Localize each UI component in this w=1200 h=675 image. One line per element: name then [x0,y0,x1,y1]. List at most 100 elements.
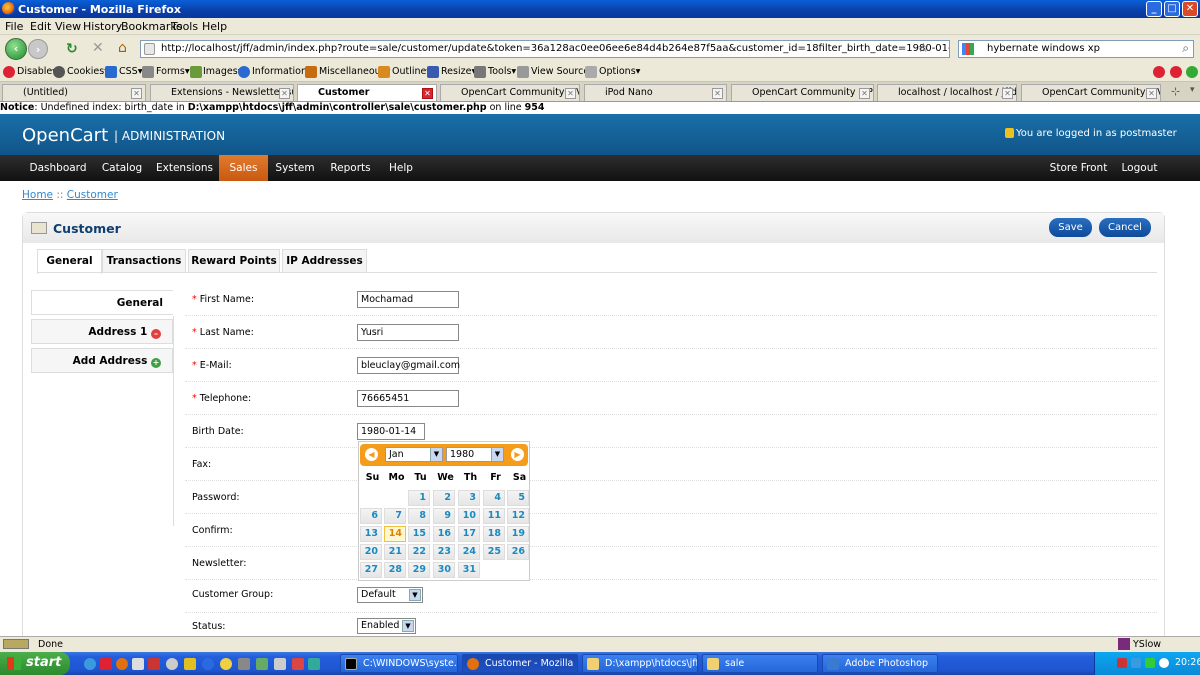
calendar-day[interactable]: 18 [483,526,505,542]
menu-reports[interactable]: Reports [324,155,377,181]
first-name-input[interactable]: Mochamad [357,291,459,308]
bookmark-star-icon[interactable]: ☆ [917,41,929,56]
firefox-quicklaunch-icon[interactable] [116,658,128,670]
menu-tools[interactable]: Tools [171,20,198,33]
search-input[interactable]: hybernate windows xp ⌕ [958,40,1194,58]
telephone-input[interactable]: 76665451 [357,390,459,407]
calendar-day[interactable]: 11 [483,508,505,524]
menu-edit[interactable]: Edit [30,20,51,33]
tab-extensions[interactable]: Extensions - Newsletter su... ✕ [150,84,294,101]
calendar-day[interactable]: 1 [408,490,430,506]
month-select[interactable]: Jan ▼ [385,447,443,462]
calendar-day[interactable]: 8 [408,508,430,524]
calendar-day[interactable]: 10 [458,508,480,524]
wd-cookies[interactable]: Cookies▾ [67,66,109,77]
error-icon[interactable] [1153,66,1165,78]
add-address-icon[interactable]: + [151,358,161,368]
network-icon[interactable] [1131,658,1141,668]
close-tab-icon[interactable]: ✕ [1146,88,1157,99]
calendar-day[interactable]: 7 [384,508,406,524]
app-icon[interactable] [256,658,268,670]
calendar-day[interactable]: 28 [384,562,406,578]
tab-ip-addresses[interactable]: IP Addresses [282,249,367,273]
email-input[interactable]: bleuclay@gmail.com [357,357,460,374]
wd-images[interactable]: Images▾ [203,66,242,77]
back-button[interactable]: ‹ [5,38,27,60]
breadcrumb-home[interactable]: Home [22,189,53,201]
firebug-icon[interactable] [3,639,29,649]
desktop-icon[interactable] [132,658,144,670]
calendar-day[interactable]: 4 [483,490,505,506]
last-name-input[interactable]: Yusri [357,324,459,341]
prev-month-icon[interactable]: ◀ [365,448,378,461]
taskbar-item-folder-jff[interactable]: D:\xampp\htdocs\jff\... [582,654,698,673]
start-button[interactable]: start [0,652,70,675]
app-icon[interactable] [292,658,304,670]
tab-opencart-community-2[interactable]: OpenCart Community • Pos...✕ [731,84,874,101]
calendar-day[interactable]: 21 [384,544,406,560]
calendar-day[interactable]: 9 [433,508,455,524]
app-icon[interactable] [238,658,250,670]
yslow-label[interactable]: YSlow [1133,639,1161,650]
menu-help[interactable]: Help [380,155,422,181]
customer-group-select[interactable]: Default ▼ [357,587,423,603]
check-icon[interactable] [1186,66,1198,78]
vtab-address-1[interactable]: Address 1 – [31,319,173,344]
app-icon[interactable] [184,658,196,670]
tab-untitled[interactable]: (Untitled) ✕ [2,84,146,101]
calendar-day[interactable]: 29 [408,562,430,578]
calendar-day[interactable]: 16 [433,526,455,542]
menu-catalog[interactable]: Catalog [95,155,149,181]
vtab-general[interactable]: General [31,290,173,315]
wd-outline[interactable]: Outline▾ [392,66,431,77]
app-icon[interactable] [274,658,286,670]
menu-help[interactable]: Help [202,20,227,33]
wd-options[interactable]: Options▾ [599,66,640,77]
calendar-day[interactable]: 23 [433,544,455,560]
cancel-button[interactable]: Cancel [1099,218,1151,237]
app-icon[interactable] [166,658,178,670]
save-button[interactable]: Save [1049,218,1092,237]
calendar-day[interactable]: 20 [360,544,382,560]
next-month-icon[interactable]: ▶ [511,448,524,461]
close-tab-icon[interactable]: ✕ [859,88,870,99]
year-select[interactable]: 1980 ▼ [446,447,504,462]
menu-sales[interactable]: Sales [219,155,268,181]
calendar-day[interactable]: 26 [507,544,529,560]
reload-icon[interactable]: ↻ [66,41,78,57]
calendar-day[interactable]: 25 [483,544,505,560]
calendar-day[interactable]: 3 [458,490,480,506]
tray-icon[interactable] [1117,658,1127,668]
tab-general[interactable]: General [37,249,102,274]
home-icon[interactable]: ⌂ [118,40,127,56]
calendar-day[interactable]: 27 [360,562,382,578]
stop-icon[interactable]: ✕ [92,40,104,56]
calendar-day[interactable]: 30 [433,562,455,578]
wd-css[interactable]: CSS▾ [119,66,142,77]
tab-opencart-community-3[interactable]: OpenCart Community • Vie...✕ [1021,84,1161,101]
menu-logout[interactable]: Logout [1117,155,1162,181]
tray-icon[interactable] [1145,658,1155,668]
calendar-day[interactable]: 24 [458,544,480,560]
tray-icon[interactable] [1159,658,1169,668]
close-tab-icon[interactable]: ✕ [279,88,290,99]
wd-tools[interactable]: Tools▾ [488,66,516,77]
menu-view[interactable]: View [55,20,81,33]
wd-disable[interactable]: Disable▾ [17,66,57,77]
calendar-day[interactable]: 14 [384,526,406,542]
opera-icon[interactable] [100,658,112,670]
ie-icon[interactable] [84,658,96,670]
taskbar-item-cmd[interactable]: C:\WINDOWS\syste... [340,654,458,673]
tab-ipod-nano[interactable]: iPod Nano ✕ [584,84,727,101]
calendar-day[interactable]: 12 [507,508,529,524]
remove-address-icon[interactable]: – [151,329,161,339]
app-icon[interactable] [308,658,320,670]
calendar-day[interactable]: 2 [433,490,455,506]
calendar-day[interactable]: 5 [507,490,529,506]
calendar-day[interactable]: 6 [360,508,382,524]
app-icon[interactable] [148,658,160,670]
wd-resize[interactable]: Resize▾ [441,66,476,77]
taskbar-item-firefox[interactable]: Customer - Mozilla Fir... [462,654,578,673]
breadcrumb-customer[interactable]: Customer [67,189,118,201]
maximize-button[interactable]: □ [1164,1,1180,17]
